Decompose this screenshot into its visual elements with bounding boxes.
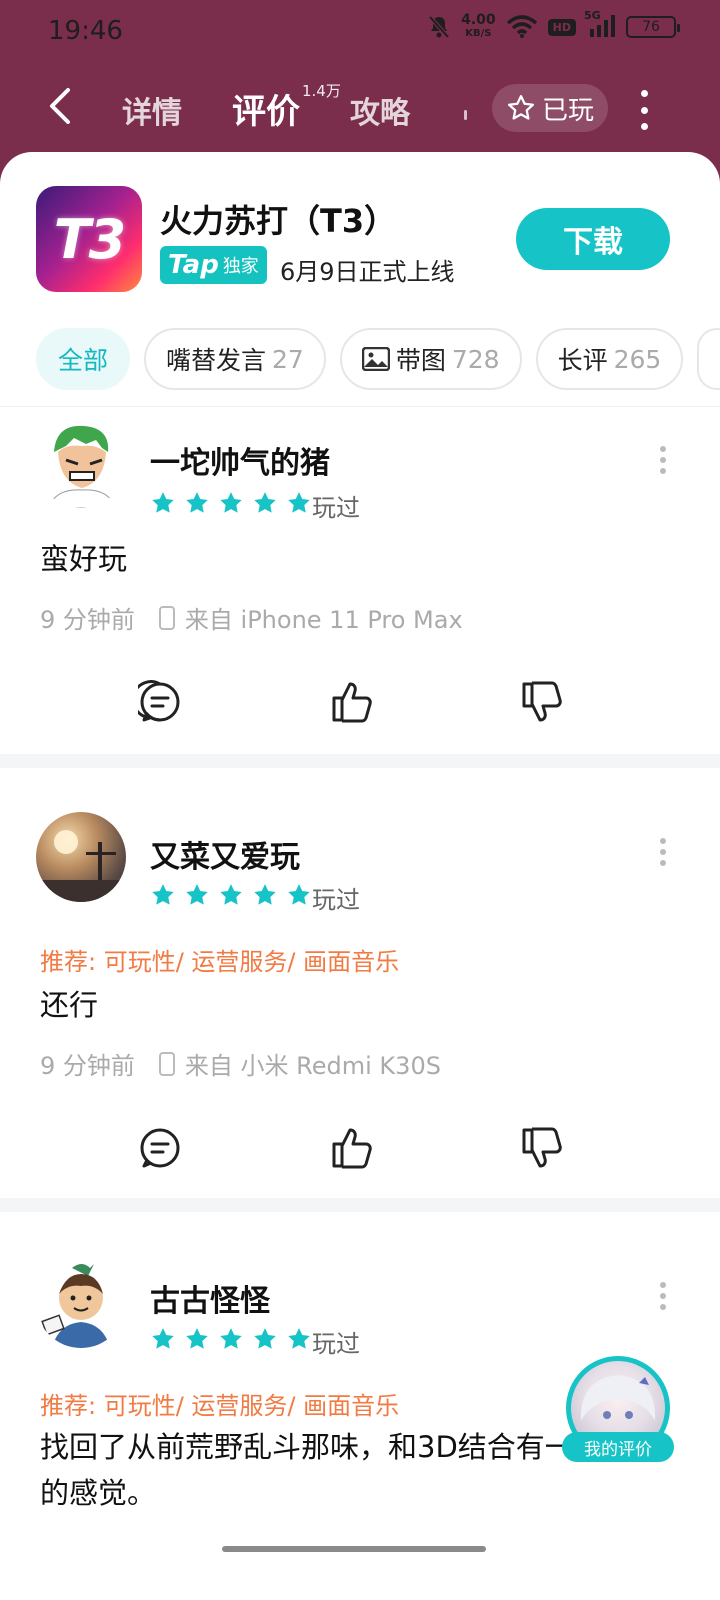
star-icon — [288, 492, 310, 513]
filter-all[interactable]: 全部 — [36, 328, 131, 390]
star-icon — [254, 492, 276, 513]
recommend-tags: 推荐: 可玩性/ 运营服务/ 画面音乐 — [40, 948, 400, 976]
signal-indicator: 5G — [584, 9, 616, 39]
played-tag: 玩过 — [312, 1330, 360, 1358]
star-icon — [186, 884, 208, 905]
avatar[interactable] — [36, 418, 126, 508]
review-count-badge: 1.4万 — [302, 82, 341, 100]
recommend-tags: 推荐: 可玩性/ 运营服务/ 画面音乐 — [40, 1392, 400, 1420]
username[interactable]: 古古怪怪 — [150, 1276, 270, 1320]
filter-quotes[interactable]: 嘴替发言 27 — [144, 328, 326, 390]
game-header: T3 火力苏打（T3） Tap 独家 6月9日正式上线 下载 — [36, 186, 686, 296]
comment-icon[interactable] — [138, 680, 182, 724]
thumbs-down-icon[interactable] — [520, 1126, 564, 1170]
star-icon — [186, 492, 208, 513]
more-options-icon[interactable] — [636, 90, 652, 130]
top-nav: 详情 评价 1.4万 攻略 已玩 — [0, 64, 720, 154]
thumbs-down-icon[interactable] — [520, 680, 564, 724]
download-button[interactable]: 下载 — [516, 208, 670, 270]
game-title: 火力苏打（T3） — [160, 202, 397, 240]
status-bar: 19:46 4.00 KB/S HD 5G 76 — [0, 0, 720, 64]
image-icon — [361, 347, 390, 371]
game-icon[interactable]: T3 — [36, 186, 142, 292]
rating-stars — [150, 1326, 312, 1352]
filter-long-reviews[interactable]: 长评 265 — [535, 328, 684, 390]
section-separator — [0, 1198, 720, 1212]
my-review-label: 我的评价 — [562, 1432, 674, 1462]
network-speed: 4.00 KB/S — [461, 12, 496, 39]
star-outline-icon — [507, 95, 534, 120]
rating-stars — [150, 490, 312, 516]
review-more-icon[interactable] — [658, 1282, 668, 1310]
tap-exclusive-badge: Tap 独家 — [160, 246, 267, 284]
star-icon — [254, 1328, 276, 1349]
thumbs-up-icon[interactable] — [330, 680, 374, 724]
review-time: 9 分钟前 — [40, 606, 135, 634]
status-icons: 4.00 KB/S HD 5G 76 — [427, 9, 680, 40]
divider — [0, 406, 720, 407]
star-icon — [152, 884, 174, 905]
star-icon — [186, 1328, 208, 1349]
review-time: 9 分钟前 — [40, 1052, 135, 1080]
release-date: 6月9日正式上线 — [280, 258, 455, 286]
comment-icon[interactable] — [138, 1126, 182, 1170]
star-icon — [152, 1328, 174, 1349]
review-filters: 全部 嘴替发言 27 带图 728 长评 265 — [36, 328, 720, 390]
review-more-icon[interactable] — [658, 446, 668, 474]
star-icon — [288, 1328, 310, 1349]
star-icon — [220, 1328, 242, 1349]
section-separator — [0, 754, 720, 768]
played-button[interactable]: 已玩 — [492, 84, 608, 132]
review-meta: 9 分钟前 来自 iPhone 11 Pro Max — [40, 600, 463, 635]
back-arrow-icon[interactable] — [44, 86, 80, 126]
played-tag: 玩过 — [312, 494, 360, 522]
phone-icon — [158, 605, 175, 630]
star-icon — [220, 884, 242, 905]
review-device: 来自 小米 Redmi K30S — [184, 1052, 441, 1080]
star-icon — [254, 884, 276, 905]
star-icon — [220, 492, 242, 513]
tab-overflow-indicator — [464, 110, 467, 120]
star-icon — [288, 884, 310, 905]
played-label: 已玩 — [541, 95, 594, 126]
star-icon — [152, 492, 174, 513]
wifi-icon — [506, 15, 537, 38]
avatar[interactable] — [36, 812, 126, 902]
played-tag: 玩过 — [312, 886, 360, 914]
rating-stars — [150, 882, 312, 908]
tab-details[interactable]: 详情 — [122, 88, 182, 132]
review-actions — [0, 1126, 720, 1176]
battery-indicator: 76 — [626, 16, 680, 38]
tab-reviews[interactable]: 评价 — [232, 84, 300, 133]
tab-guides[interactable]: 攻略 — [350, 88, 410, 132]
review-device: 来自 iPhone 11 Pro Max — [184, 606, 463, 634]
username[interactable]: 又菜又爱玩 — [150, 832, 300, 876]
review-content[interactable]: 蛮好玩 — [40, 536, 680, 582]
review-more-icon[interactable] — [658, 838, 668, 866]
filter-more[interactable] — [697, 328, 720, 390]
phone-icon — [158, 1051, 175, 1076]
filter-with-images[interactable]: 带图 728 — [339, 328, 522, 390]
home-indicator[interactable] — [222, 1546, 486, 1552]
username[interactable]: 一坨帅气的猪 — [150, 438, 330, 482]
review-meta: 9 分钟前 来自 小米 Redmi K30S — [40, 1046, 441, 1081]
clock: 19:46 — [48, 16, 123, 46]
avatar[interactable] — [36, 1258, 126, 1348]
thumbs-up-icon[interactable] — [330, 1126, 374, 1170]
review-actions — [0, 680, 720, 730]
my-review-button[interactable]: 我的评价 — [562, 1356, 674, 1462]
hd-badge: HD — [547, 18, 576, 36]
review-content[interactable]: 还行 — [40, 982, 680, 1028]
mute-bell-icon — [428, 15, 450, 39]
